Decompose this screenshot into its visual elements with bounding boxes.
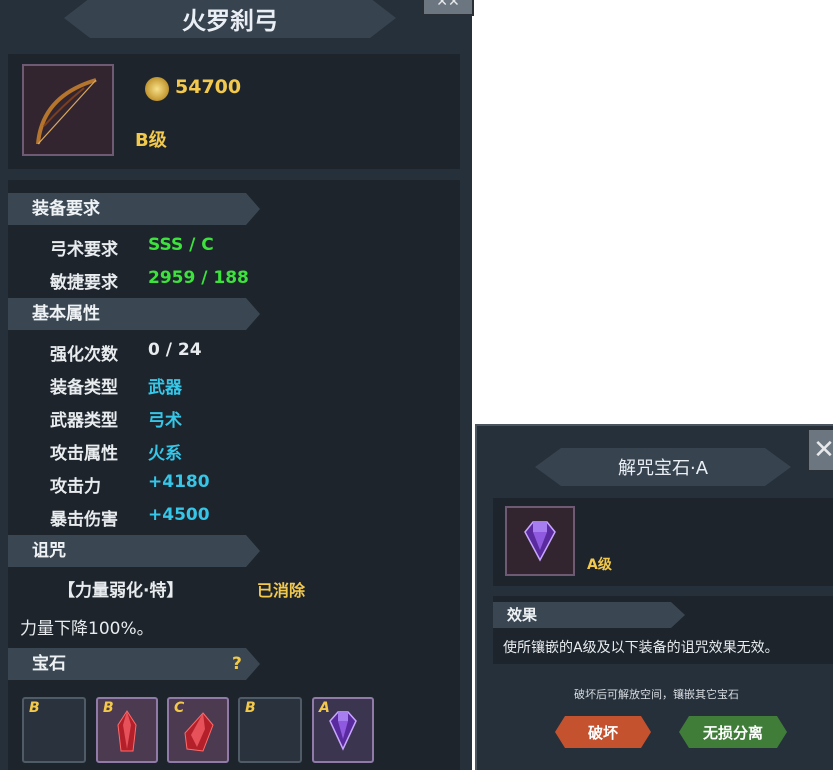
- close-icon: ✕: [813, 435, 833, 465]
- item-price: 54700: [175, 76, 242, 98]
- curse-name: 【力量弱化·特】: [58, 581, 184, 601]
- effect-header: 效果: [493, 602, 685, 628]
- curse-status: 已消除: [257, 581, 306, 600]
- slot-grade: B: [29, 700, 40, 716]
- item-grade: B级: [135, 130, 167, 151]
- purple-gem-icon: [524, 521, 556, 562]
- gem-icon-frame: [505, 506, 575, 576]
- separate-button[interactable]: 无损分离: [679, 716, 787, 748]
- destroy-hint: 破坏后可解放空间，镶嵌其它宝石: [574, 688, 739, 701]
- item-header: 54700 B级: [8, 54, 460, 169]
- attribute-label: 武器类型: [50, 411, 118, 431]
- gem-slot[interactable]: B: [22, 697, 86, 763]
- requirement-label: 弓术要求: [50, 240, 118, 260]
- red-crystal-icon: [117, 710, 137, 752]
- gem-slot[interactable]: A: [312, 697, 374, 763]
- attribute-value: 0 / 24: [148, 340, 202, 360]
- gem-slot[interactable]: C: [167, 697, 229, 763]
- item-detail-panel: 火罗刹弓 ✕✕ 54700 B级 装备要求 弓术要求 SSS / C 敏捷要求 …: [0, 0, 474, 770]
- item-title-banner: 火罗刹弓: [64, 0, 396, 38]
- gem-slot[interactable]: B: [96, 697, 158, 763]
- separate-label: 无损分离: [702, 723, 763, 742]
- gem-popup-title-banner: 解咒宝石·A: [535, 448, 791, 486]
- gem-grade: A级: [587, 557, 612, 573]
- curse-description: 力量下降100%。: [20, 619, 154, 639]
- gem-help-icon[interactable]: ?: [232, 648, 242, 680]
- attribute-value: +4500: [148, 505, 210, 525]
- attribute-value: +4180: [148, 472, 210, 492]
- curse-title: 诅咒: [32, 541, 66, 561]
- coin-icon: [145, 77, 169, 101]
- requirements-header: 装备要求: [8, 193, 260, 225]
- popup-close-button[interactable]: ✕: [807, 428, 833, 472]
- attribute-value: 武器: [148, 378, 182, 398]
- purple-gem-icon: [329, 711, 357, 751]
- attribute-label: 强化次数: [50, 345, 118, 365]
- attribute-value: 弓术: [148, 411, 182, 431]
- gem-title: 宝石: [32, 654, 66, 674]
- attribute-value: 火系: [148, 444, 182, 464]
- requirements-title: 装备要求: [32, 199, 100, 219]
- requirement-value: 2959 / 188: [148, 268, 249, 288]
- red-crystal-icon: [184, 712, 214, 752]
- item-icon-frame: [22, 64, 114, 156]
- effect-text: 使所镶嵌的A级及以下装备的诅咒效果无效。: [503, 640, 779, 656]
- bow-icon: [36, 78, 97, 145]
- attribute-label: 装备类型: [50, 378, 118, 398]
- item-name: 火罗刹弓: [182, 6, 278, 35]
- requirement-value: SSS / C: [148, 235, 214, 255]
- attribute-label: 攻击属性: [50, 444, 118, 464]
- effect-title: 效果: [507, 606, 538, 624]
- destroy-button[interactable]: 破坏: [555, 716, 651, 748]
- gem-popup-title: 解咒宝石·A: [617, 458, 709, 479]
- curse-header: 诅咒: [8, 535, 260, 567]
- gem-header: 宝石 ?: [8, 648, 260, 680]
- requirement-label: 敏捷要求: [50, 273, 118, 293]
- basic-attributes-title: 基本属性: [32, 304, 100, 324]
- gem-slot[interactable]: B: [238, 697, 302, 763]
- basic-attributes-header: 基本属性: [8, 298, 260, 330]
- destroy-label: 破坏: [587, 723, 618, 742]
- gem-popup: 解咒宝石·A ✕ A级 效果 使所镶嵌的A级及以下装备的诅咒效果无效。 破坏后可…: [475, 424, 833, 770]
- attribute-label: 暴击伤害: [50, 510, 118, 530]
- gem-header: A级: [493, 498, 833, 586]
- attribute-label: 攻击力: [50, 477, 101, 497]
- slot-grade: B: [245, 700, 256, 716]
- close-button[interactable]: ✕✕: [422, 0, 474, 16]
- close-icon: ✕✕: [436, 0, 460, 10]
